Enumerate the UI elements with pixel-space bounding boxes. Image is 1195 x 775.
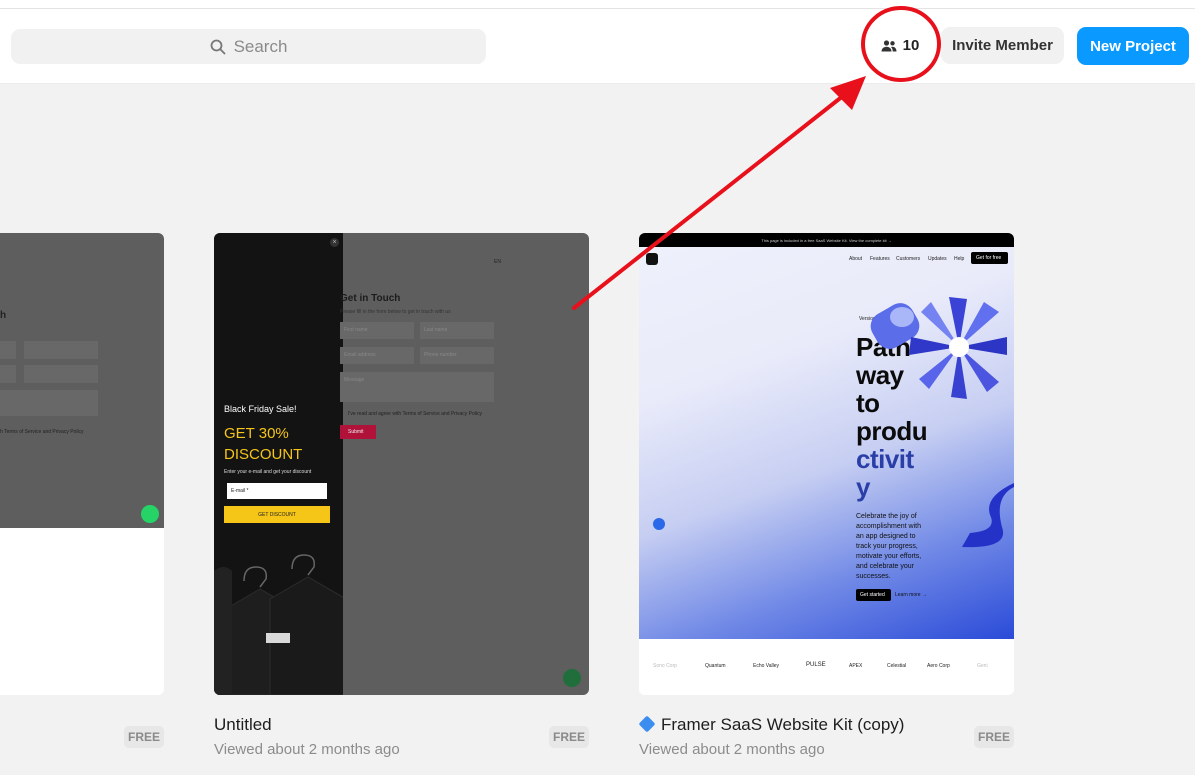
field-label: Message <box>344 377 365 383</box>
primary-label: Get started <box>860 592 885 598</box>
client-logo: Echo Valley <box>753 663 780 669</box>
divider <box>0 8 1195 9</box>
thumb-field: Phone number <box>420 347 494 364</box>
project-thumbnail: h h Terms of Service and Privacy Policy <box>0 233 164 528</box>
new-project-label: New Project <box>1090 37 1176 55</box>
popup-email-input: E-mail * <box>227 483 327 499</box>
thumb-terms: h Terms of Service and Privacy Policy <box>0 429 84 435</box>
3d-shape-image <box>870 297 1014 548</box>
project-title[interactable]: Framer SaaS Website Kit (copy) <box>661 715 904 735</box>
client-logo: Celestial <box>887 663 907 669</box>
client-logo: Geni <box>977 663 988 669</box>
thumb-terms: I've read and agree with Terms of Servic… <box>348 411 482 417</box>
members-button[interactable]: 10 <box>868 27 932 64</box>
people-icon <box>881 39 897 51</box>
field-label: Last name <box>424 327 448 333</box>
thumb-heading: h <box>0 310 7 321</box>
thumb-field <box>24 365 98 383</box>
thumb-banner: This page is included in a free SaaS Web… <box>639 233 1014 247</box>
client-logo: PULSE <box>806 662 826 668</box>
nav-item: Customers <box>896 256 921 262</box>
popup-get-discount-button: GET DISCOUNT <box>224 506 330 523</box>
popup-close-icon: × <box>330 238 339 247</box>
logo-strip: Sono Corp Quantum Echo Valley PULSE APEX… <box>639 639 1014 695</box>
accessibility-icon <box>653 518 665 530</box>
hero-primary-button: Get started <box>856 589 891 601</box>
popup-text: Enter your e-mail and get your discount <box>224 469 312 475</box>
free-badge: FREE <box>124 726 164 748</box>
field-label: Email address <box>344 352 376 358</box>
project-viewed: Viewed about 2 months ago <box>639 741 825 758</box>
framer-diamond-icon <box>638 715 656 733</box>
hero-secondary-link: Learn more → <box>895 592 927 598</box>
hanger-image <box>214 554 343 695</box>
popup-panel: Black Friday Sale! GET 30% DISCOUNT Ente… <box>214 233 343 695</box>
free-badge: FREE <box>549 726 589 748</box>
field-label: First name <box>344 327 368 333</box>
member-count: 10 <box>902 37 920 54</box>
thumb-field: First name <box>340 322 414 339</box>
thumb-lang: EN <box>494 259 501 265</box>
nav-cta-label: Get for free <box>976 255 1002 261</box>
client-logo: Sono Corp <box>653 663 677 669</box>
logo-icon <box>646 253 658 265</box>
submit-label: Submit <box>348 429 364 435</box>
thumb-hero: About Features Customers Updates Help Ge… <box>639 247 1014 639</box>
nav-item: Features <box>870 256 890 262</box>
banner-text: This page is included in a free SaaS Web… <box>761 237 892 243</box>
invite-member-label: Invite Member <box>952 37 1053 54</box>
project-viewed: Viewed about 2 months ago <box>214 741 400 758</box>
nav-item: Updates <box>928 256 947 262</box>
free-badge: FREE <box>974 726 1014 748</box>
client-logo: APEX <box>849 663 863 669</box>
popup-title: Black Friday Sale! <box>224 404 297 414</box>
search-placeholder: Search <box>233 36 288 56</box>
client-logo: Quantum <box>705 663 726 669</box>
desc-line: successes. <box>856 573 891 580</box>
popup-button-label: GET DISCOUNT <box>258 511 296 518</box>
thumb-field: Email address <box>340 347 414 364</box>
popup-offer: GET 30% DISCOUNT <box>224 425 303 463</box>
thumb-field <box>0 390 98 416</box>
thumb-submit-button: Submit <box>340 425 376 439</box>
project-card[interactable]: h h Terms of Service and Privacy Policy <box>0 233 164 695</box>
thumb-field: Message <box>340 372 494 402</box>
thumb-field <box>0 341 16 359</box>
project-title[interactable]: Untitled <box>214 715 272 735</box>
thumb-heading: Get in Touch <box>340 293 401 304</box>
invite-member-button[interactable]: Invite Member <box>941 27 1064 64</box>
nav-cta: Get for free <box>971 252 1008 264</box>
nav-item: About <box>849 256 863 262</box>
new-project-button[interactable]: New Project <box>1077 27 1189 65</box>
field-label: Phone number <box>424 352 457 358</box>
thumb-field <box>0 365 16 383</box>
whatsapp-icon <box>141 505 159 523</box>
project-card-untitled[interactable]: Black Friday Sale! GET 30% DISCOUNT Ente… <box>214 233 589 695</box>
thumb-field: Last name <box>420 322 494 339</box>
popup-email-placeholder: E-mail * <box>231 488 249 494</box>
search-input[interactable]: Search <box>11 29 486 64</box>
thumb-intro: Please fill in the form below to get in … <box>340 309 451 315</box>
annotation-overlay <box>572 6 941 310</box>
client-logo: Aero Corp <box>927 663 950 669</box>
search-icon <box>210 39 225 54</box>
thumb-field <box>24 341 98 359</box>
nav-item: Help <box>954 256 965 262</box>
project-card-framer-saas[interactable]: This page is included in a free SaaS Web… <box>639 233 1014 695</box>
top-bar: Search 10 Invite Member New Project <box>0 0 1195 84</box>
whatsapp-icon <box>563 669 581 687</box>
